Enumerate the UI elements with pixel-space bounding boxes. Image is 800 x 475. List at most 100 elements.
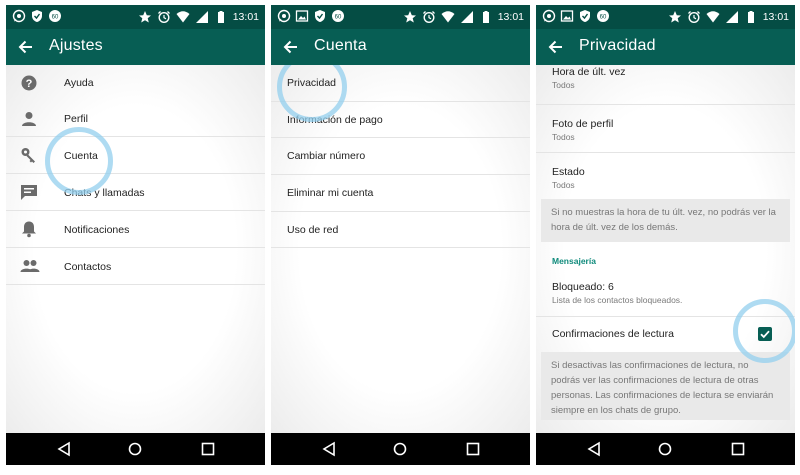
key-icon: [21, 148, 35, 163]
clock: 13:01: [762, 11, 789, 23]
status-bar: 60 13:01: [271, 5, 530, 29]
pref-last-seen[interactable]: Hora de últ. vez Todos: [536, 65, 795, 105]
clock: 13:01: [232, 11, 259, 23]
wifi-icon: [706, 11, 720, 23]
battery-icon: [217, 11, 224, 23]
battery-icon: [482, 11, 489, 23]
account-item-label: Privacidad: [287, 77, 337, 89]
help-icon: ?: [21, 75, 37, 91]
divider: [271, 247, 530, 248]
image-notification-icon: [295, 10, 309, 22]
whatsapp-notification-icon: [12, 9, 26, 23]
account-item-cambiar-numero[interactable]: Cambiar número: [271, 138, 530, 175]
battery-icon: [747, 11, 754, 23]
toolbar-title: Ajustes: [49, 37, 103, 54]
whatsapp-notification-icon: [542, 9, 556, 23]
back-arrow-icon[interactable]: [546, 37, 566, 57]
read-receipts-note: Si desactivas las confirmaciones de lect…: [541, 352, 790, 420]
ad-notification-icon: 60: [332, 10, 344, 22]
account-item-privacidad[interactable]: Privacidad: [271, 65, 530, 102]
settings-item-chats[interactable]: Chats y llamadas: [6, 174, 265, 211]
phone-screen-ajustes: 60 13:01 Ajustes ? Ayuda Perfil Cuenta C…: [6, 5, 265, 465]
status-bar: 60 13:01: [6, 5, 265, 29]
privacy-settings: Hora de últ. vez Todos Foto de perfil To…: [536, 65, 795, 433]
account-item-label: Información de pago: [287, 114, 383, 126]
settings-item-perfil[interactable]: Perfil: [6, 101, 265, 137]
settings-list: ? Ayuda Perfil Cuenta Chats y llamadas N…: [6, 65, 265, 433]
check-icon: [760, 330, 770, 339]
read-receipts-checkbox[interactable]: [758, 327, 772, 341]
whatsapp-notification-icon: [277, 9, 291, 23]
pref-profile-photo[interactable]: Foto de perfil Todos: [536, 105, 795, 153]
alarm-icon: [422, 11, 435, 24]
svg-text:60: 60: [52, 15, 59, 21]
wifi-icon: [176, 11, 190, 23]
toolbar: Cuenta: [271, 29, 530, 65]
shield-notification-icon: [315, 10, 325, 22]
settings-item-notificaciones[interactable]: Notificaciones: [6, 211, 265, 248]
nav-recents-icon[interactable]: [730, 441, 746, 457]
account-item-uso-de-red[interactable]: Uso de red: [271, 212, 530, 248]
pref-title: Bloqueado: 6: [552, 281, 614, 293]
account-item-pago[interactable]: Información de pago: [271, 102, 530, 138]
nav-recents-icon[interactable]: [200, 441, 216, 457]
settings-item-ayuda[interactable]: ? Ayuda: [6, 65, 265, 101]
contacts-icon: [20, 260, 40, 272]
settings-item-label: Cuenta: [64, 150, 98, 162]
star-icon: [403, 11, 416, 23]
toolbar: Ajustes: [6, 29, 265, 65]
settings-item-label: Ayuda: [64, 77, 94, 89]
pref-title: Foto de perfil: [552, 118, 614, 130]
person-icon: [22, 112, 36, 126]
back-arrow-icon[interactable]: [281, 37, 301, 57]
account-item-label: Uso de red: [287, 224, 339, 236]
nav-recents-icon[interactable]: [465, 441, 481, 457]
clock: 13:01: [497, 11, 524, 23]
account-item-eliminar[interactable]: Eliminar mi cuenta: [271, 175, 530, 212]
account-item-label: Cambiar número: [287, 150, 366, 162]
settings-item-label: Contactos: [64, 261, 112, 273]
toolbar-title: Privacidad: [579, 37, 656, 54]
pref-title: Confirmaciones de lectura: [552, 328, 674, 340]
nav-home-icon[interactable]: [392, 441, 408, 457]
settings-item-cuenta[interactable]: Cuenta: [6, 137, 265, 174]
system-nav-bar: [271, 433, 530, 465]
settings-item-contactos[interactable]: Contactos: [6, 248, 265, 285]
ad-notification-icon: 60: [49, 10, 61, 22]
nav-back-icon[interactable]: [321, 441, 337, 457]
pref-title: Hora de últ. vez: [552, 66, 626, 78]
section-header-mensajeria: Mensajería: [552, 256, 596, 266]
nav-home-icon[interactable]: [127, 441, 143, 457]
svg-text:?: ?: [26, 78, 33, 90]
pref-value: Lista de los contactos bloqueados.: [552, 295, 683, 305]
account-item-label: Eliminar mi cuenta: [287, 187, 374, 199]
pref-title: Estado: [552, 166, 585, 178]
svg-text:60: 60: [335, 15, 342, 21]
toolbar-title: Cuenta: [314, 37, 367, 54]
divider: [6, 284, 265, 285]
pref-status[interactable]: Estado Todos: [536, 153, 795, 199]
nav-back-icon[interactable]: [56, 441, 72, 457]
wifi-icon: [441, 11, 455, 23]
signal-icon: [725, 11, 738, 23]
back-arrow-icon[interactable]: [16, 37, 36, 57]
settings-item-label: Perfil: [64, 113, 88, 125]
pref-read-receipts[interactable]: Confirmaciones de lectura: [536, 317, 795, 352]
account-list: Privacidad Información de pago Cambiar n…: [271, 65, 530, 433]
status-bar: 60 13:01: [536, 5, 795, 29]
toolbar: Privacidad: [536, 29, 795, 65]
signal-icon: [460, 11, 473, 23]
nav-back-icon[interactable]: [586, 441, 602, 457]
pref-blocked-contacts[interactable]: Bloqueado: 6 Lista de los contactos bloq…: [536, 273, 795, 317]
signal-icon: [195, 11, 208, 23]
alarm-icon: [687, 11, 700, 24]
ad-notification-icon: 60: [597, 10, 609, 22]
svg-text:60: 60: [600, 15, 607, 21]
pref-value: Todos: [552, 180, 575, 190]
settings-item-label: Chats y llamadas: [64, 187, 145, 199]
shield-notification-icon: [32, 10, 42, 22]
shield-notification-icon: [580, 10, 590, 22]
alarm-icon: [157, 11, 170, 24]
pref-value: Todos: [552, 80, 575, 90]
nav-home-icon[interactable]: [657, 441, 673, 457]
